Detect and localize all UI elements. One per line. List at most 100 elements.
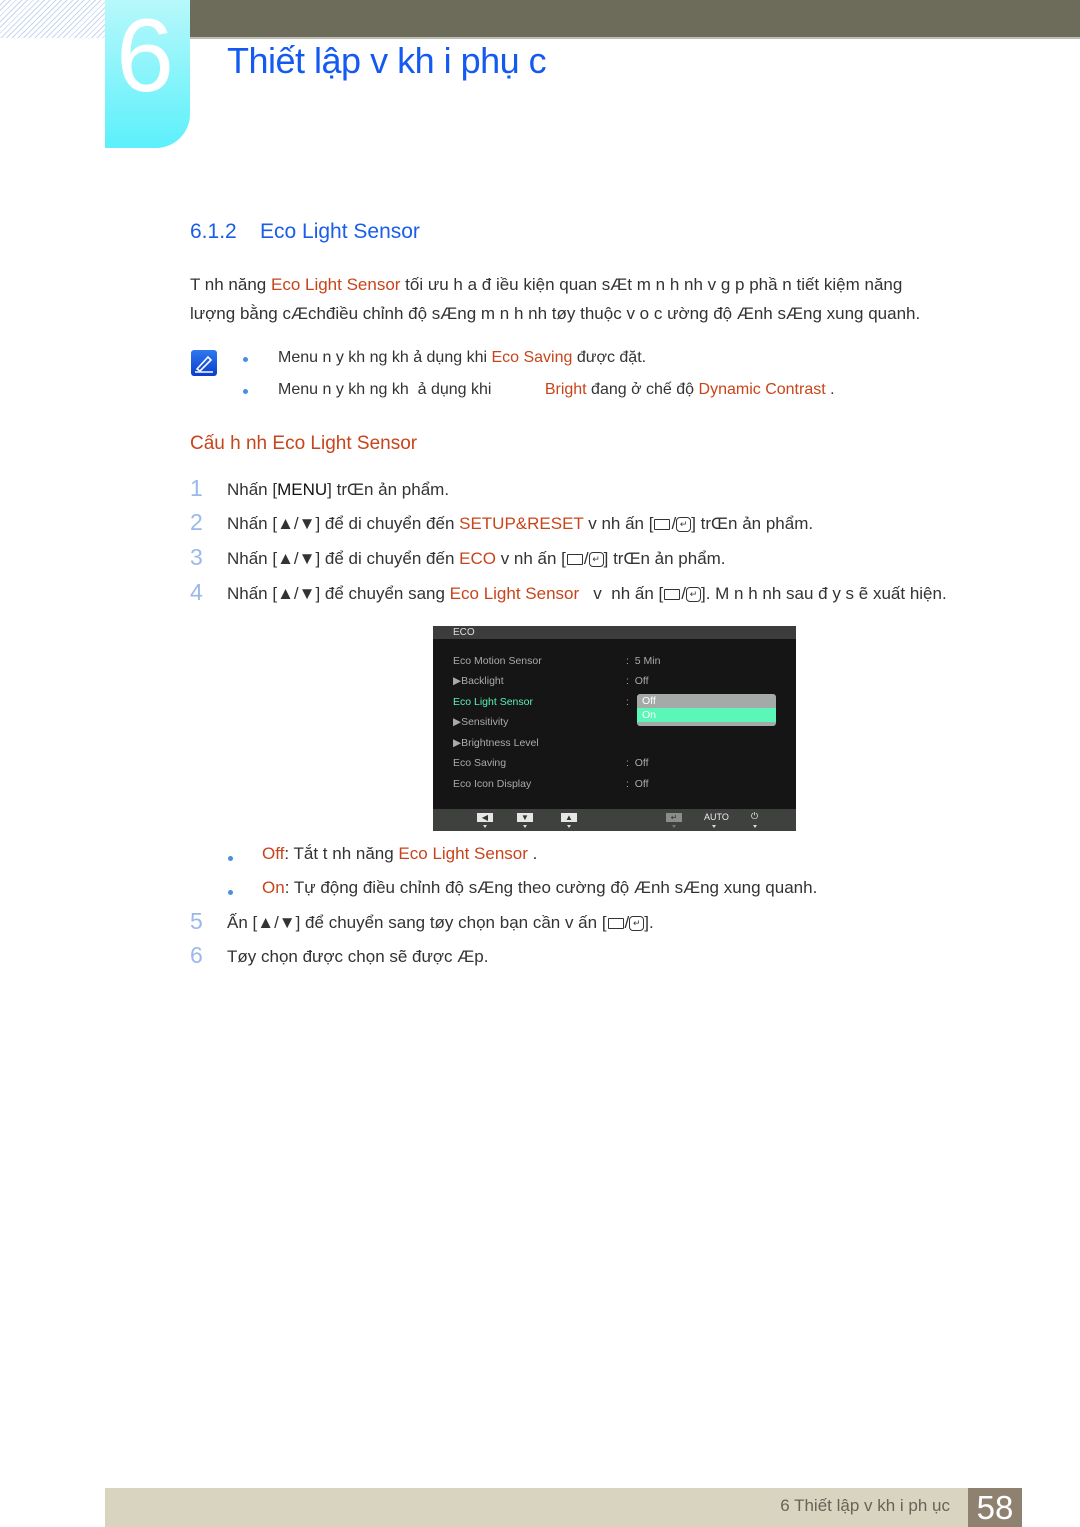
step-text-part: Nhấn [ xyxy=(227,480,278,499)
intro-text: T nh năng xyxy=(190,275,271,294)
tick-icon xyxy=(753,825,757,828)
step-number: 6 xyxy=(190,942,203,968)
option-off: Off: Tắt t nh năng Eco Light Sensor . xyxy=(262,844,537,864)
menu-key: MENU xyxy=(277,480,328,499)
option-text: : Tắt t nh năng xyxy=(284,844,399,863)
auto-label: AUTO xyxy=(704,812,729,822)
tick-icon xyxy=(567,825,571,828)
step-text-part: ]. M n h nh sau đ y s ẽ xuất hiện. xyxy=(700,584,947,603)
note-bullet xyxy=(243,357,248,362)
osd-menu-screenshot: ECO Eco Motion Sensor : 5 Min ▶Backlight… xyxy=(433,626,796,831)
osd-button-bar: ◀ ▼ ▲ ↵ AUTO ⏻ xyxy=(433,809,796,831)
step-number: 4 xyxy=(190,579,203,605)
chapter-number: 6 xyxy=(116,0,174,114)
step-text-part: ] trŒn ản phẩm. xyxy=(691,514,814,533)
note-text: đang ở chế độ xyxy=(586,381,699,398)
osd-row-eco-icon-display: Eco Icon Display xyxy=(453,778,532,790)
osd-value: : 5 Min xyxy=(626,655,661,667)
note-highlight: Dynamic Contrast xyxy=(698,381,826,398)
source-key-icon xyxy=(664,589,681,601)
enter-key-icon: ↵ xyxy=(588,552,604,568)
step-number: 2 xyxy=(190,509,203,535)
osd-title: ECO xyxy=(433,626,796,639)
option-text: . xyxy=(527,844,538,863)
osd-option-on: On xyxy=(637,708,776,722)
header-hatch-decoration xyxy=(0,0,105,38)
step-text: Tøy chọn được chọn sẽ được Æp. xyxy=(227,947,488,967)
osd-row-brightness-level: ▶Brightness Level xyxy=(453,737,539,749)
up-arrow-icon: ▲ xyxy=(561,813,577,822)
enter-key-icon: ↵ xyxy=(676,517,692,533)
intro-text: tối ưu h a đ iều kiện quan sÆt m n h nh … xyxy=(400,275,903,294)
tick-icon xyxy=(523,825,527,828)
tick-icon xyxy=(483,825,487,828)
option-on: On: Tự động điều chỉnh độ sÆng theo cườn… xyxy=(262,878,817,898)
step-text: Nhấn [▲/▼] để di chuyển đến ECO v nh ấn … xyxy=(227,549,726,568)
header-bar xyxy=(190,0,1080,39)
note-highlight: Eco Saving xyxy=(491,349,573,366)
option-text: : Tự động điều chỉnh độ sÆng theo cường … xyxy=(284,878,818,897)
option-bullet xyxy=(228,890,233,895)
step-text-part: Nhấn [▲/▼] để di chuyển đến xyxy=(227,514,460,533)
step-number: 5 xyxy=(190,908,203,934)
intro-highlight: Eco Light Sensor xyxy=(270,275,401,294)
step-number: 1 xyxy=(190,475,203,501)
osd-value: : Off xyxy=(626,778,649,790)
chapter-title: Thiết lập v kh i phụ c xyxy=(227,40,547,81)
osd-dropdown: Off On xyxy=(637,694,776,726)
osd-value-text: Off xyxy=(634,757,649,769)
step-text-part: ] trŒn ản phẩm. xyxy=(327,480,450,499)
step-number: 3 xyxy=(190,544,203,570)
note-pencil-icon xyxy=(191,350,217,376)
step-text-part: Tøy chọn được chọn sẽ được Æp. xyxy=(227,947,489,966)
page-number: 58 xyxy=(968,1488,1022,1527)
section-title: Eco Light Sensor xyxy=(260,220,420,243)
step-text-part: Nhấn [▲/▼] để di chuyển đến xyxy=(227,549,460,568)
osd-row-eco-motion-sensor: Eco Motion Sensor xyxy=(453,655,542,667)
step-text-part: v nh ấn [ xyxy=(579,584,664,603)
subheading: Cấu h nh Eco Light Sensor xyxy=(190,433,418,454)
step-text-part: ] trŒn ản phẩm. xyxy=(603,549,726,568)
intro-paragraph: T nh năng Eco Light Sensor tối ưu h a đ … xyxy=(190,270,1010,328)
enter-key-icon: ↵ xyxy=(685,587,701,603)
footer-chapter-title: 6 Thiết lập v kh i ph ục xyxy=(780,1496,950,1515)
step-text: Nhấn [▲/▼] để chuyển sang Eco Light Sens… xyxy=(227,584,947,603)
osd-row-sensitivity: ▶Sensitivity xyxy=(453,716,509,728)
osd-row-eco-saving: Eco Saving xyxy=(453,757,507,769)
tick-icon xyxy=(672,825,676,828)
note-bullet xyxy=(243,389,248,394)
tick-icon xyxy=(712,825,716,828)
step-highlight: ECO xyxy=(459,549,496,568)
option-highlight: Eco Light Sensor xyxy=(398,844,528,863)
note-text: được đặt. xyxy=(572,349,647,366)
step-highlight: Eco Light Sensor xyxy=(449,584,580,603)
step-text-part: Ấn [▲/▼] để chuyển sang tøy chọn bạn cần… xyxy=(227,913,607,932)
source-key-icon xyxy=(607,918,624,930)
step-text: Nhấn [▲/▼] để di chuyển đến SETUP&RESET … xyxy=(227,514,814,533)
page-footer: 6 Thiết lập v kh i ph ục xyxy=(105,1488,1022,1527)
osd-value: : Off xyxy=(626,757,649,769)
power-icon: ⏻ xyxy=(751,812,759,822)
step-text: Nhấn [MENU] trŒn ản phẩm. xyxy=(227,480,449,500)
osd-row-backlight: ▶Backlight xyxy=(453,675,504,687)
step-text-part: v nh ấn [ xyxy=(583,514,654,533)
step-text-part: ]. xyxy=(644,913,654,932)
osd-value-text: Off xyxy=(634,778,649,790)
osd-value: : xyxy=(626,696,629,708)
note-highlight: Bright xyxy=(544,381,587,398)
section-number: 6.1.2 xyxy=(190,220,237,243)
osd-option-off: Off xyxy=(642,695,656,707)
osd-value-text: Off xyxy=(634,675,649,687)
step-text-part: Nhấn [▲/▼] để chuyển sang xyxy=(227,584,450,603)
left-arrow-icon: ◀ xyxy=(477,813,493,822)
step-text-part: v nh ấn [ xyxy=(495,549,566,568)
enter-key-icon: ↵ xyxy=(629,916,645,932)
intro-text: lượng bằng cÆchđiều chỉnh độ sÆng m n h … xyxy=(190,304,921,323)
osd-value: : Off xyxy=(626,675,649,687)
option-bullet xyxy=(228,856,233,861)
note-item: Menu n y kh ng kh ả dụng khi Eco Saving … xyxy=(278,349,646,367)
note-text: Menu n y kh ng kh ả dụng khi xyxy=(278,381,545,398)
step-text: Ấn [▲/▼] để chuyển sang tøy chọn bạn cần… xyxy=(227,913,654,932)
step-highlight: SETUP&RESET xyxy=(459,514,584,533)
source-key-icon xyxy=(654,519,671,531)
